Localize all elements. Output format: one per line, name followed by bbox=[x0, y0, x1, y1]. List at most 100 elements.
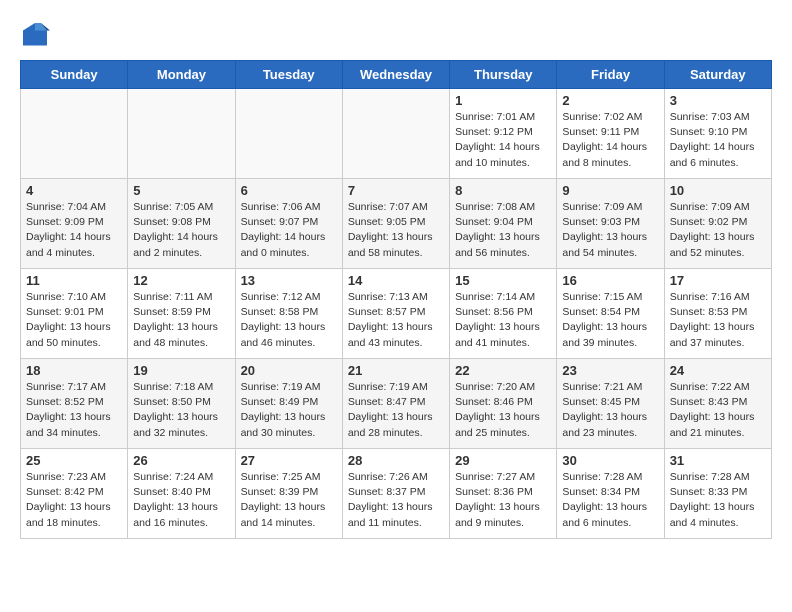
calendar-cell: 8 Sunrise: 7:08 AM Sunset: 9:04 PM Daylig… bbox=[450, 179, 557, 269]
calendar-cell: 4 Sunrise: 7:04 AM Sunset: 9:09 PM Daylig… bbox=[21, 179, 128, 269]
day-info: Sunrise: 7:03 AM Sunset: 9:10 PM Dayligh… bbox=[670, 110, 766, 171]
day-info: Sunrise: 7:10 AM Sunset: 9:01 PM Dayligh… bbox=[26, 290, 122, 351]
day-info: Sunrise: 7:21 AM Sunset: 8:45 PM Dayligh… bbox=[562, 380, 658, 441]
calendar-cell: 10 Sunrise: 7:09 AM Sunset: 9:02 PM Dayli… bbox=[664, 179, 771, 269]
calendar-week-4: 18 Sunrise: 7:17 AM Sunset: 8:52 PM Dayli… bbox=[21, 359, 772, 449]
day-info: Sunrise: 7:28 AM Sunset: 8:34 PM Dayligh… bbox=[562, 470, 658, 531]
day-number: 27 bbox=[241, 453, 337, 468]
calendar-cell: 1 Sunrise: 7:01 AM Sunset: 9:12 PM Daylig… bbox=[450, 89, 557, 179]
day-number: 24 bbox=[670, 363, 766, 378]
day-info: Sunrise: 7:09 AM Sunset: 9:02 PM Dayligh… bbox=[670, 200, 766, 261]
calendar-cell: 5 Sunrise: 7:05 AM Sunset: 9:08 PM Daylig… bbox=[128, 179, 235, 269]
calendar-week-1: 1 Sunrise: 7:01 AM Sunset: 9:12 PM Daylig… bbox=[21, 89, 772, 179]
weekday-header-tuesday: Tuesday bbox=[235, 61, 342, 89]
calendar-cell: 13 Sunrise: 7:12 AM Sunset: 8:58 PM Dayli… bbox=[235, 269, 342, 359]
day-number: 28 bbox=[348, 453, 444, 468]
calendar-cell: 26 Sunrise: 7:24 AM Sunset: 8:40 PM Dayli… bbox=[128, 449, 235, 539]
calendar-cell bbox=[342, 89, 449, 179]
calendar-cell: 31 Sunrise: 7:28 AM Sunset: 8:33 PM Dayli… bbox=[664, 449, 771, 539]
day-number: 20 bbox=[241, 363, 337, 378]
calendar-week-2: 4 Sunrise: 7:04 AM Sunset: 9:09 PM Daylig… bbox=[21, 179, 772, 269]
calendar-cell: 6 Sunrise: 7:06 AM Sunset: 9:07 PM Daylig… bbox=[235, 179, 342, 269]
day-number: 11 bbox=[26, 273, 122, 288]
day-info: Sunrise: 7:22 AM Sunset: 8:43 PM Dayligh… bbox=[670, 380, 766, 441]
calendar-week-3: 11 Sunrise: 7:10 AM Sunset: 9:01 PM Dayli… bbox=[21, 269, 772, 359]
calendar-cell: 2 Sunrise: 7:02 AM Sunset: 9:11 PM Daylig… bbox=[557, 89, 664, 179]
day-info: Sunrise: 7:24 AM Sunset: 8:40 PM Dayligh… bbox=[133, 470, 229, 531]
day-info: Sunrise: 7:12 AM Sunset: 8:58 PM Dayligh… bbox=[241, 290, 337, 351]
calendar-cell: 23 Sunrise: 7:21 AM Sunset: 8:45 PM Dayli… bbox=[557, 359, 664, 449]
day-info: Sunrise: 7:17 AM Sunset: 8:52 PM Dayligh… bbox=[26, 380, 122, 441]
calendar-cell: 11 Sunrise: 7:10 AM Sunset: 9:01 PM Dayli… bbox=[21, 269, 128, 359]
weekday-header-thursday: Thursday bbox=[450, 61, 557, 89]
calendar-cell: 17 Sunrise: 7:16 AM Sunset: 8:53 PM Dayli… bbox=[664, 269, 771, 359]
day-number: 7 bbox=[348, 183, 444, 198]
day-info: Sunrise: 7:15 AM Sunset: 8:54 PM Dayligh… bbox=[562, 290, 658, 351]
day-number: 26 bbox=[133, 453, 229, 468]
calendar-cell: 3Sunrise: 7:03 AM Sunset: 9:10 PM Daylig… bbox=[664, 89, 771, 179]
day-info: Sunrise: 7:05 AM Sunset: 9:08 PM Dayligh… bbox=[133, 200, 229, 261]
day-info: Sunrise: 7:23 AM Sunset: 8:42 PM Dayligh… bbox=[26, 470, 122, 531]
day-info: Sunrise: 7:25 AM Sunset: 8:39 PM Dayligh… bbox=[241, 470, 337, 531]
day-number: 8 bbox=[455, 183, 551, 198]
day-number: 15 bbox=[455, 273, 551, 288]
day-number: 2 bbox=[562, 93, 658, 108]
day-info: Sunrise: 7:20 AM Sunset: 8:46 PM Dayligh… bbox=[455, 380, 551, 441]
day-info: Sunrise: 7:18 AM Sunset: 8:50 PM Dayligh… bbox=[133, 380, 229, 441]
day-info: Sunrise: 7:01 AM Sunset: 9:12 PM Dayligh… bbox=[455, 110, 551, 171]
day-number: 25 bbox=[26, 453, 122, 468]
calendar-cell: 24 Sunrise: 7:22 AM Sunset: 8:43 PM Dayli… bbox=[664, 359, 771, 449]
calendar-cell: 15 Sunrise: 7:14 AM Sunset: 8:56 PM Dayli… bbox=[450, 269, 557, 359]
day-info: Sunrise: 7:14 AM Sunset: 8:56 PM Dayligh… bbox=[455, 290, 551, 351]
day-number: 17 bbox=[670, 273, 766, 288]
day-info: Sunrise: 7:19 AM Sunset: 8:49 PM Dayligh… bbox=[241, 380, 337, 441]
day-number: 1 bbox=[455, 93, 551, 108]
day-number: 10 bbox=[670, 183, 766, 198]
day-number: 23 bbox=[562, 363, 658, 378]
day-info: Sunrise: 7:06 AM Sunset: 9:07 PM Dayligh… bbox=[241, 200, 337, 261]
calendar-body: 1 Sunrise: 7:01 AM Sunset: 9:12 PM Daylig… bbox=[21, 89, 772, 539]
calendar-cell: 7 Sunrise: 7:07 AM Sunset: 9:05 PM Daylig… bbox=[342, 179, 449, 269]
day-number: 29 bbox=[455, 453, 551, 468]
weekday-header-monday: Monday bbox=[128, 61, 235, 89]
day-info: Sunrise: 7:07 AM Sunset: 9:05 PM Dayligh… bbox=[348, 200, 444, 261]
logo bbox=[20, 20, 54, 50]
calendar-cell: 9 Sunrise: 7:09 AM Sunset: 9:03 PM Daylig… bbox=[557, 179, 664, 269]
calendar-cell: 29 Sunrise: 7:27 AM Sunset: 8:36 PM Dayli… bbox=[450, 449, 557, 539]
day-number: 19 bbox=[133, 363, 229, 378]
weekday-header-saturday: Saturday bbox=[664, 61, 771, 89]
day-number: 5 bbox=[133, 183, 229, 198]
day-number: 4 bbox=[26, 183, 122, 198]
day-number: 9 bbox=[562, 183, 658, 198]
day-number: 16 bbox=[562, 273, 658, 288]
weekday-header-friday: Friday bbox=[557, 61, 664, 89]
day-number: 30 bbox=[562, 453, 658, 468]
day-info: Sunrise: 7:27 AM Sunset: 8:36 PM Dayligh… bbox=[455, 470, 551, 531]
day-info: Sunrise: 7:09 AM Sunset: 9:03 PM Dayligh… bbox=[562, 200, 658, 261]
weekday-header-sunday: Sunday bbox=[21, 61, 128, 89]
calendar-cell bbox=[21, 89, 128, 179]
calendar-cell: 20 Sunrise: 7:19 AM Sunset: 8:49 PM Dayli… bbox=[235, 359, 342, 449]
day-info: Sunrise: 7:04 AM Sunset: 9:09 PM Dayligh… bbox=[26, 200, 122, 261]
day-info: Sunrise: 7:08 AM Sunset: 9:04 PM Dayligh… bbox=[455, 200, 551, 261]
day-number: 13 bbox=[241, 273, 337, 288]
weekday-header-wednesday: Wednesday bbox=[342, 61, 449, 89]
calendar-cell: 28 Sunrise: 7:26 AM Sunset: 8:37 PM Dayli… bbox=[342, 449, 449, 539]
day-number: 18 bbox=[26, 363, 122, 378]
calendar-table: SundayMondayTuesdayWednesdayThursdayFrid… bbox=[20, 60, 772, 539]
calendar-cell: 30 Sunrise: 7:28 AM Sunset: 8:34 PM Dayli… bbox=[557, 449, 664, 539]
day-number: 21 bbox=[348, 363, 444, 378]
day-info: Sunrise: 7:19 AM Sunset: 8:47 PM Dayligh… bbox=[348, 380, 444, 441]
day-number: 6 bbox=[241, 183, 337, 198]
day-info: Sunrise: 7:26 AM Sunset: 8:37 PM Dayligh… bbox=[348, 470, 444, 531]
calendar-header: SundayMondayTuesdayWednesdayThursdayFrid… bbox=[21, 61, 772, 89]
logo-icon bbox=[20, 20, 50, 50]
day-info: Sunrise: 7:16 AM Sunset: 8:53 PM Dayligh… bbox=[670, 290, 766, 351]
page-header bbox=[20, 20, 772, 50]
day-info: Sunrise: 7:02 AM Sunset: 9:11 PM Dayligh… bbox=[562, 110, 658, 171]
day-info: Sunrise: 7:28 AM Sunset: 8:33 PM Dayligh… bbox=[670, 470, 766, 531]
day-info: Sunrise: 7:11 AM Sunset: 8:59 PM Dayligh… bbox=[133, 290, 229, 351]
calendar-cell: 12 Sunrise: 7:11 AM Sunset: 8:59 PM Dayli… bbox=[128, 269, 235, 359]
day-number: 12 bbox=[133, 273, 229, 288]
day-number: 31 bbox=[670, 453, 766, 468]
